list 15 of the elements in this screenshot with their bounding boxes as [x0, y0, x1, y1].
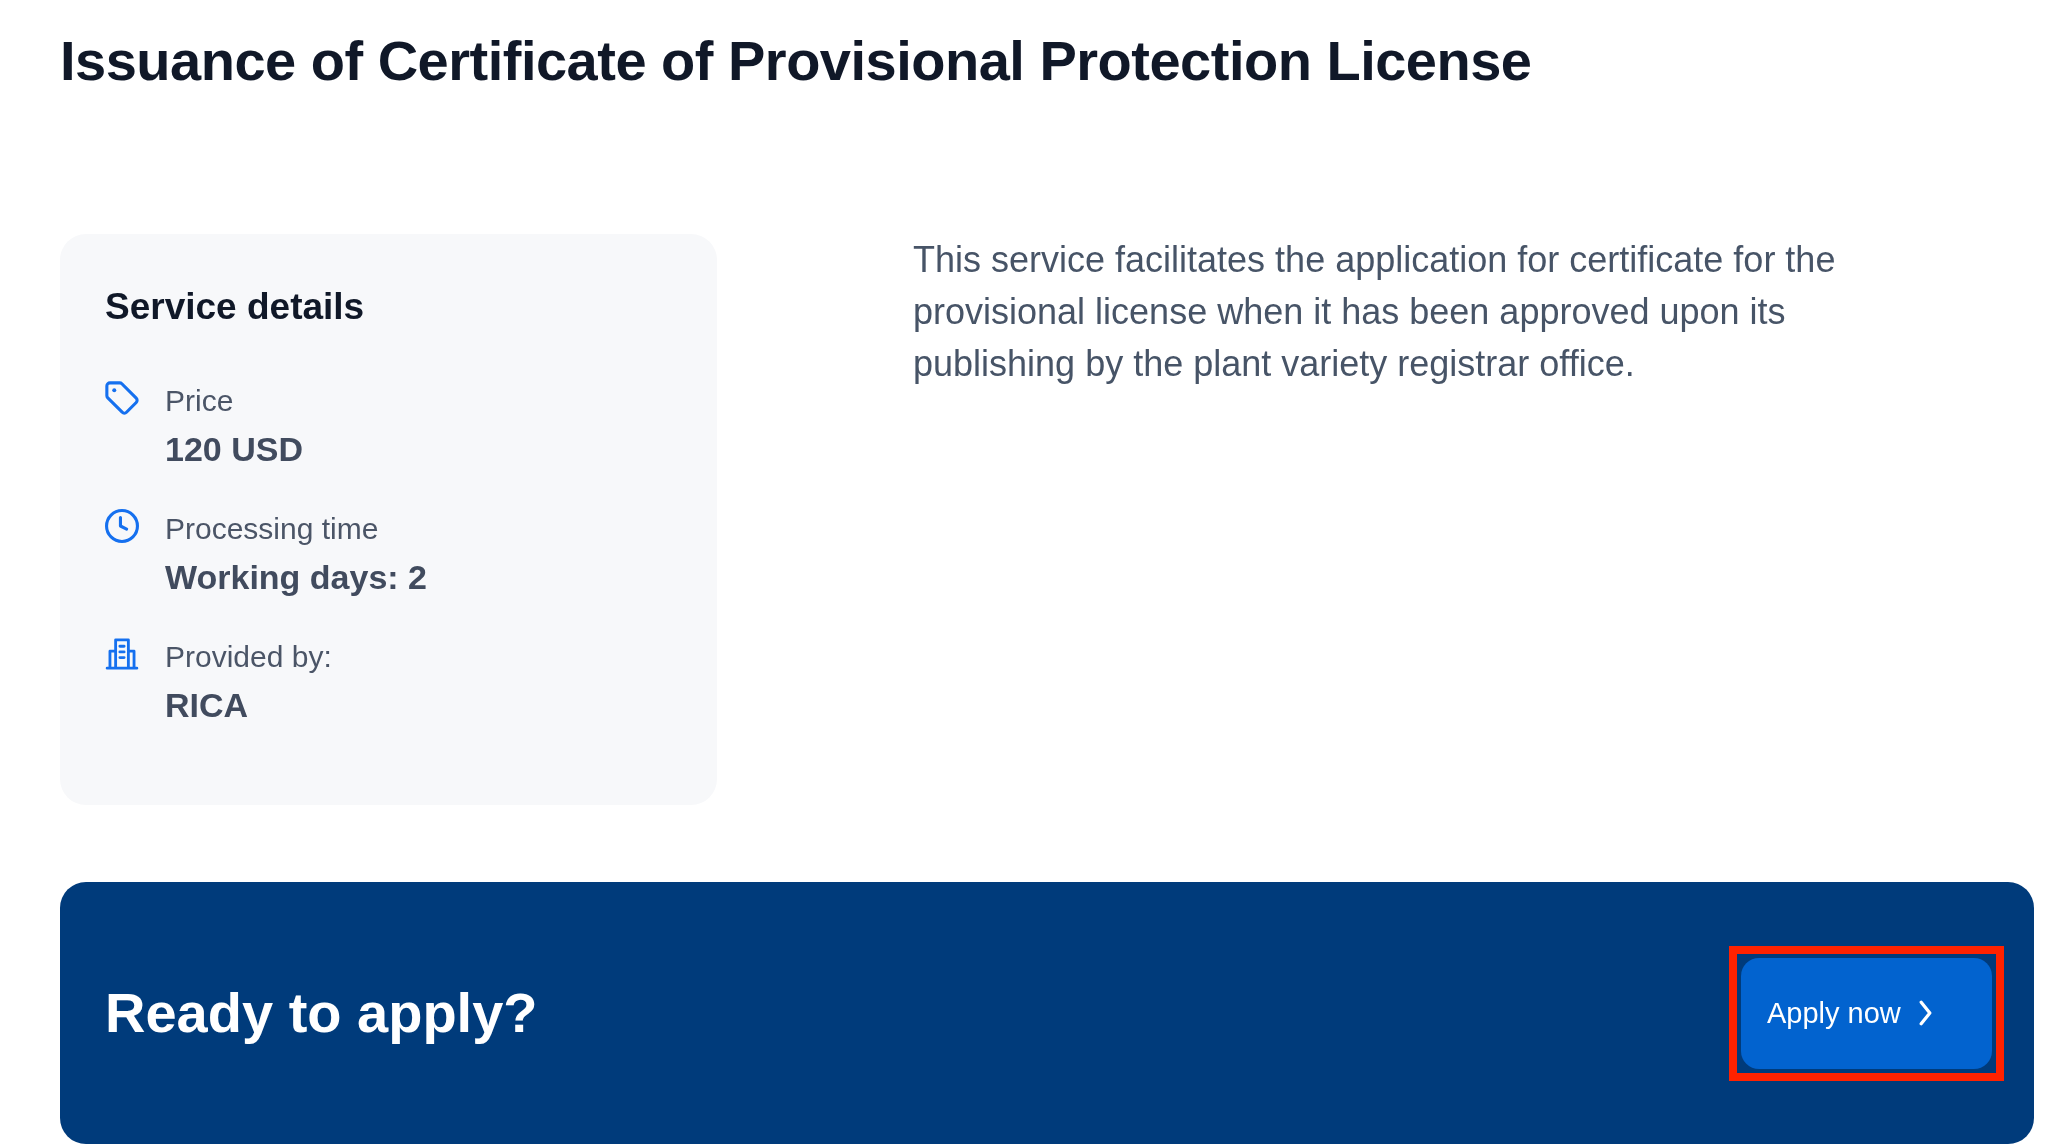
page-title: Issuance of Certificate of Provisional Protection License	[60, 28, 1532, 94]
tag-icon	[105, 381, 139, 415]
detail-value: 120 USD	[165, 429, 303, 470]
detail-value: Working days: 2	[165, 557, 427, 598]
detail-label: Provided by:	[165, 639, 332, 675]
clock-icon	[105, 509, 139, 543]
building-icon	[105, 637, 139, 671]
detail-label: Price	[165, 383, 234, 419]
service-description: This service facilitates the application for certificate for the provisional license when it has been approved upon its publishing by the plant variety registrar office.	[913, 238, 1837, 386]
apply-now-button[interactable]: Apply now	[1741, 957, 1992, 1069]
detail-label: Processing time	[165, 511, 379, 547]
card-heading: Service details	[105, 285, 365, 329]
chevron-right-icon	[1918, 1000, 1932, 1026]
banner-heading: Ready to apply?	[105, 980, 538, 1046]
detail-value: RICA	[165, 685, 249, 726]
